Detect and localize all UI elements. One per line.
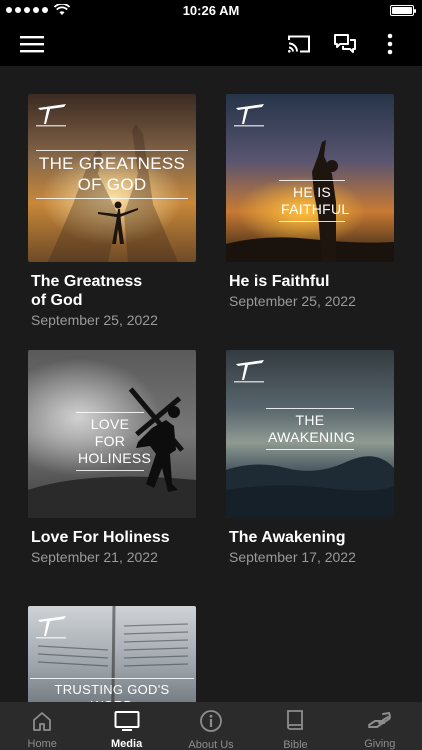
cast-icon: [288, 35, 310, 53]
thumbnail-title: THE GREATNESS OF GOD: [36, 150, 188, 200]
giving-hand-icon: [367, 711, 391, 728]
status-time: 10:26 AM: [182, 3, 240, 18]
status-bar: 10:26 AM: [0, 0, 422, 22]
tab-home[interactable]: Home: [0, 702, 84, 750]
media-title: Love For Holiness: [31, 529, 170, 546]
media-card[interactable]: TRUSTING GOD'S WORD: [28, 606, 196, 702]
top-nav-bar: [0, 22, 422, 66]
tab-giving[interactable]: Giving: [338, 702, 422, 750]
more-vertical-icon: [387, 33, 393, 55]
media-date: September 17, 2022: [229, 549, 356, 565]
thumbnail-title: TRUSTING GOD'S WORD: [30, 678, 194, 702]
praying-person-image: [226, 140, 394, 262]
media-date: September 21, 2022: [31, 549, 158, 565]
tab-media[interactable]: Media: [84, 702, 168, 750]
tab-label: Media: [111, 738, 143, 750]
hamburger-menu-icon: [20, 36, 44, 53]
tab-label: Giving: [364, 738, 396, 750]
tab-bible[interactable]: Bible: [253, 702, 337, 750]
media-card[interactable]: HE IS FAITHFUL He is Faithful September …: [226, 94, 394, 310]
tv-icon: [114, 710, 140, 731]
bottom-tab-bar: Home Media About Us Bible Giving: [0, 702, 422, 750]
thumbnail-title: THE AWAKENING: [266, 408, 355, 451]
thumbnail-title: LOVE FOR HOLINESS: [76, 412, 151, 472]
book-icon: [287, 710, 304, 730]
media-title: The Greatness of God: [31, 273, 143, 309]
media-card[interactable]: THE AWAKENING The Awakening September 17…: [226, 350, 394, 566]
media-date: September 25, 2022: [229, 293, 356, 309]
info-icon: [200, 710, 222, 732]
cast-button[interactable]: [277, 22, 321, 66]
thumbnail-title: HE IS FAITHFUL: [279, 180, 349, 223]
media-thumbnail: THE AWAKENING: [226, 350, 394, 518]
battery-icon: [390, 5, 416, 16]
tab-label: Home: [27, 738, 57, 750]
media-title: The Awakening: [229, 529, 346, 546]
more-options-button[interactable]: [368, 22, 412, 66]
media-card[interactable]: LOVE FOR HOLINESS Love For Holiness Sept…: [28, 350, 196, 566]
media-thumbnail: TRUSTING GOD'S WORD: [28, 606, 196, 702]
media-date: September 25, 2022: [31, 312, 158, 328]
tab-label: About Us: [188, 739, 234, 750]
media-card[interactable]: THE GREATNESS OF GOD The Greatness of Go…: [28, 94, 196, 329]
chat-button[interactable]: [323, 22, 367, 66]
media-thumbnail: THE GREATNESS OF GOD: [28, 94, 196, 262]
media-grid: THE GREATNESS OF GOD The Greatness of Go…: [0, 66, 422, 702]
home-icon: [33, 711, 52, 731]
media-thumbnail: HE IS FAITHFUL: [226, 94, 394, 262]
tab-about-us[interactable]: About Us: [169, 702, 253, 750]
tab-label: Bible: [283, 739, 308, 750]
menu-button[interactable]: [10, 22, 54, 66]
media-thumbnail: LOVE FOR HOLINESS: [28, 350, 196, 518]
chat-bubbles-icon: [334, 34, 356, 53]
media-title: He is Faithful: [229, 273, 330, 290]
